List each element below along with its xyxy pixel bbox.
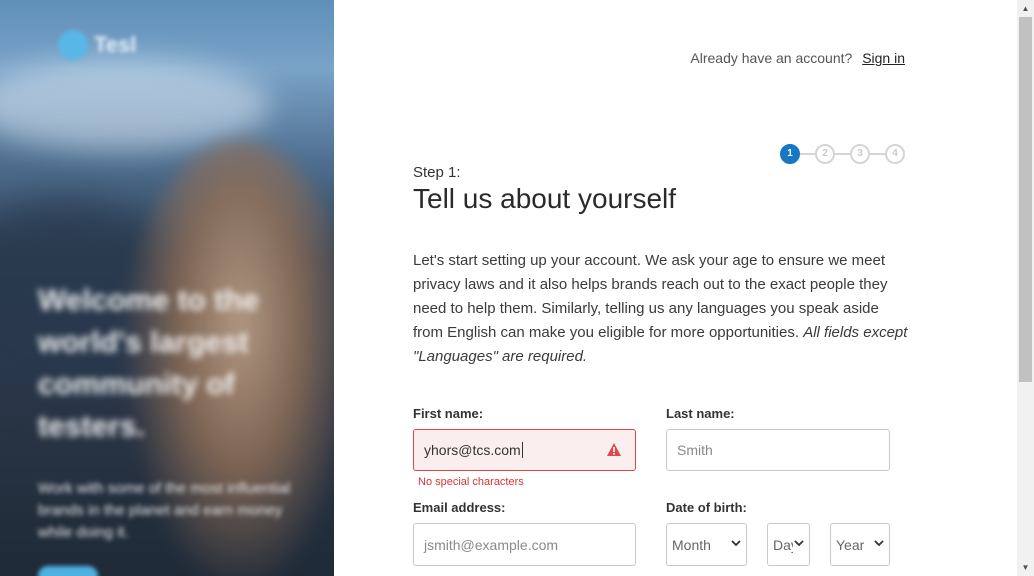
hero-background-cloud: [0, 60, 270, 150]
step-indicator-4: 4: [885, 144, 905, 164]
page-scrollbar[interactable]: ▲ ▼: [1017, 0, 1034, 576]
dob-month-value: Month: [672, 536, 711, 553]
hero-cta-button[interactable]: [38, 566, 98, 576]
dob-month-select[interactable]: Month: [666, 523, 747, 566]
step-connector: [870, 153, 885, 155]
intro-paragraph: Let's start setting up your account. We …: [413, 249, 908, 369]
warning-icon: [607, 443, 621, 459]
step-indicator-1: 1: [780, 144, 800, 164]
last-name-placeholder: Smith: [677, 442, 713, 458]
signin-prompt: Already have an account? Sign in: [690, 50, 905, 66]
dob-label: Date of birth:: [666, 500, 747, 515]
dob-day-select[interactable]: Day: [767, 523, 810, 566]
last-name-label: Last name:: [666, 406, 735, 421]
step-label: Step 1:: [413, 164, 461, 181]
logo-mark-icon: [58, 30, 88, 60]
page-title: Tell us about yourself: [413, 183, 677, 214]
step-indicator-3: 3: [850, 144, 870, 164]
hero-panel: Tesl Welcome to the world's largest comm…: [0, 0, 334, 576]
signin-link[interactable]: Sign in: [862, 50, 905, 66]
email-placeholder: jsmith@example.com: [424, 536, 559, 553]
text-cursor: [521, 442, 523, 458]
email-label: Email address:: [413, 500, 506, 515]
account-prompt-text: Already have an account?: [690, 50, 853, 66]
scroll-down-arrow-icon[interactable]: ▼: [1017, 559, 1034, 576]
scrollbar-thumb[interactable]: [1019, 17, 1032, 382]
chevron-down-icon: [874, 539, 884, 550]
first-name-input[interactable]: yhors@tcs.com: [413, 429, 636, 471]
progress-stepper: 1 2 3 4: [780, 144, 905, 164]
hero-subtext: Work with some of the most influential b…: [38, 480, 291, 541]
hero-headline: Welcome to the world's largest community…: [38, 284, 260, 443]
first-name-error: No special characters: [418, 476, 524, 488]
step-connector: [835, 153, 850, 155]
dob-year-select[interactable]: Year: [830, 523, 890, 566]
first-name-value: yhors@tcs.com: [424, 442, 521, 458]
scroll-up-arrow-icon[interactable]: ▲: [1017, 0, 1034, 17]
chevron-down-icon: [794, 539, 804, 550]
step-indicator-2: 2: [815, 144, 835, 164]
logo-text: Tesl: [94, 32, 137, 57]
last-name-input[interactable]: Smith: [666, 429, 890, 471]
first-name-label: First name:: [413, 406, 484, 421]
step-connector: [800, 153, 815, 155]
email-input[interactable]: jsmith@example.com: [413, 523, 636, 566]
chevron-down-icon: [731, 539, 741, 550]
hero-logo: Tesl: [58, 30, 136, 60]
dob-year-value: Year: [836, 536, 865, 553]
dob-day-value: Day: [773, 536, 793, 553]
